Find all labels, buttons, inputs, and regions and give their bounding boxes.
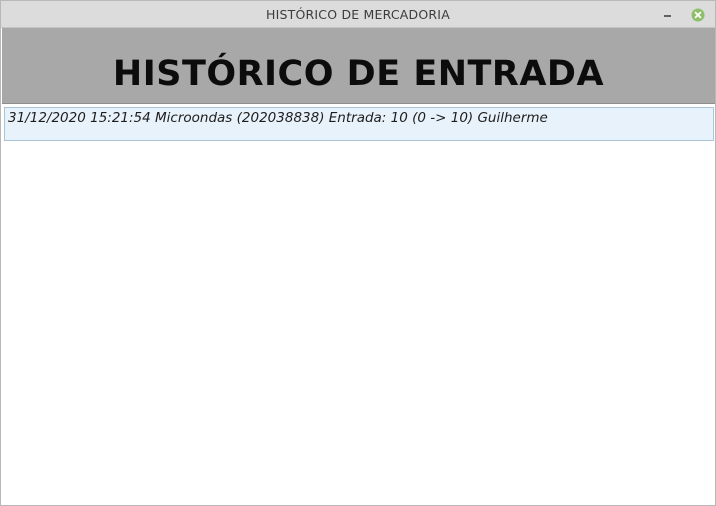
list-item-text: 31/12/2020 15:21:54 Microondas (20203883… (8, 110, 548, 126)
close-button[interactable] (691, 7, 705, 22)
window-title: HISTÓRICO DE MERCADORIA (266, 7, 450, 22)
minimize-button[interactable] (661, 7, 675, 21)
minimize-icon (664, 15, 671, 17)
list-item[interactable]: 31/12/2020 15:21:54 Microondas (20203883… (4, 107, 714, 141)
title-bar[interactable]: HISTÓRICO DE MERCADORIA (1, 1, 715, 28)
header-banner: HISTÓRICO DE ENTRADA (2, 28, 715, 103)
app-window: HISTÓRICO DE MERCADORIA HISTÓRICO DE ENT… (0, 0, 716, 506)
history-list[interactable]: 31/12/2020 15:21:54 Microondas (20203883… (2, 103, 715, 503)
close-icon (691, 8, 705, 22)
